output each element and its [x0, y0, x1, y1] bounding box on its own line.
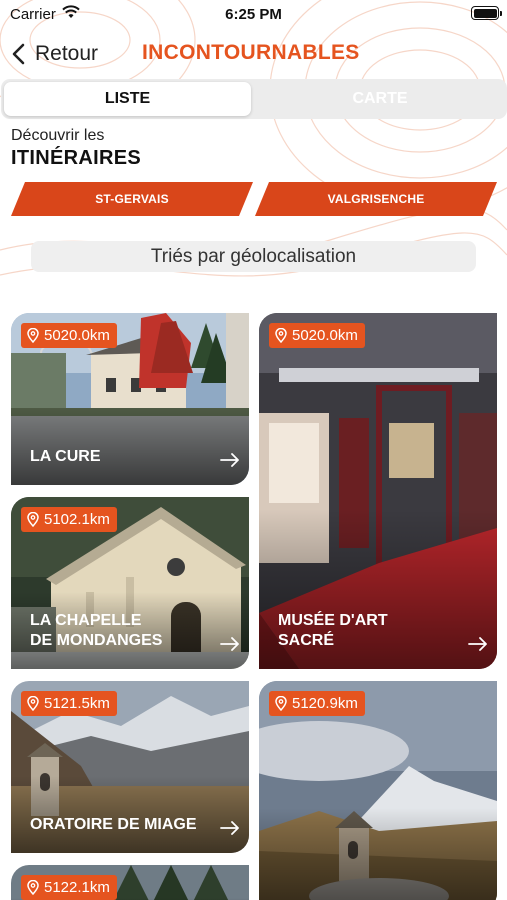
location-pin-icon [275, 328, 287, 343]
region-button-label: VALGRISENCHE [327, 192, 425, 206]
location-pin-icon [27, 696, 39, 711]
distance-value: 5020.0km [292, 327, 358, 344]
distance-badge: 5122.1km [21, 875, 117, 900]
location-pin-icon [27, 512, 39, 527]
card-title: ORATOIRE DE MIAGE [30, 816, 197, 833]
card-title: LA CHAPELLE DE MONDANGES [30, 612, 163, 649]
place-card-la-chapelle-de-mondanges[interactable]: 5102.1km LA CHAPELLE DE MONDANGES [11, 497, 249, 669]
arrow-right-icon [220, 453, 239, 467]
place-card-musee-d-art-sacre[interactable]: 5020.0km MUSÉE D'ART SACRÉ [259, 313, 497, 669]
back-button[interactable]: Retour [12, 38, 98, 70]
location-pin-icon [27, 328, 39, 343]
card-title: MUSÉE D'ART SACRÉ [278, 612, 388, 649]
battery-icon [471, 6, 502, 20]
location-pin-icon [27, 880, 39, 895]
distance-badge: 5102.1km [21, 507, 117, 532]
arrow-right-icon [468, 637, 487, 651]
arrow-right-icon [220, 821, 239, 835]
region-button-valgrisenche[interactable]: VALGRISENCHE [255, 182, 497, 216]
back-label: Retour [35, 42, 99, 65]
card-title: LA CURE [30, 448, 101, 465]
place-card-5122-1km[interactable]: 5122.1km [11, 865, 249, 900]
distance-value: 5122.1km [44, 879, 110, 896]
distance-badge: 5020.0km [21, 323, 117, 348]
navigation-bar: Retour INCONTOURNABLES [0, 34, 507, 74]
distance-value: 5120.9km [292, 695, 358, 712]
clock: 6:25 PM [225, 6, 282, 23]
place-card-5120-9km[interactable]: 5120.9km [259, 681, 497, 900]
tab-carte[interactable]: CARTE [256, 82, 504, 116]
tab-liste[interactable]: LISTE [4, 82, 251, 116]
page-title: INCONTOURNABLES [142, 41, 360, 64]
view-segmented-control: LISTE CARTE [1, 79, 507, 119]
chevron-left-icon [12, 43, 25, 65]
region-button-st-gervais[interactable]: ST-GERVAIS [11, 182, 253, 216]
sort-by-geolocation-button[interactable]: Triés par géolocalisation [31, 241, 476, 272]
location-pin-icon [275, 696, 287, 711]
distance-badge: 5121.5km [21, 691, 117, 716]
distance-value: 5020.0km [44, 327, 110, 344]
region-button-label: ST-GERVAIS [95, 192, 169, 206]
arrow-right-icon [220, 637, 239, 651]
distance-badge: 5020.0km [269, 323, 365, 348]
distance-badge: 5120.9km [269, 691, 365, 716]
status-bar: Carrier 6:25 PM [0, 0, 507, 30]
place-card-oratoire-de-miage[interactable]: 5121.5km ORATOIRE DE MIAGE [11, 681, 249, 853]
distance-value: 5121.5km [44, 695, 110, 712]
distance-value: 5102.1km [44, 511, 110, 528]
section-heading: ITINÉRAIRES [11, 147, 141, 169]
discover-label: Découvrir les [11, 127, 105, 144]
place-card-la-cure[interactable]: 5020.0km LA CURE [11, 313, 249, 485]
